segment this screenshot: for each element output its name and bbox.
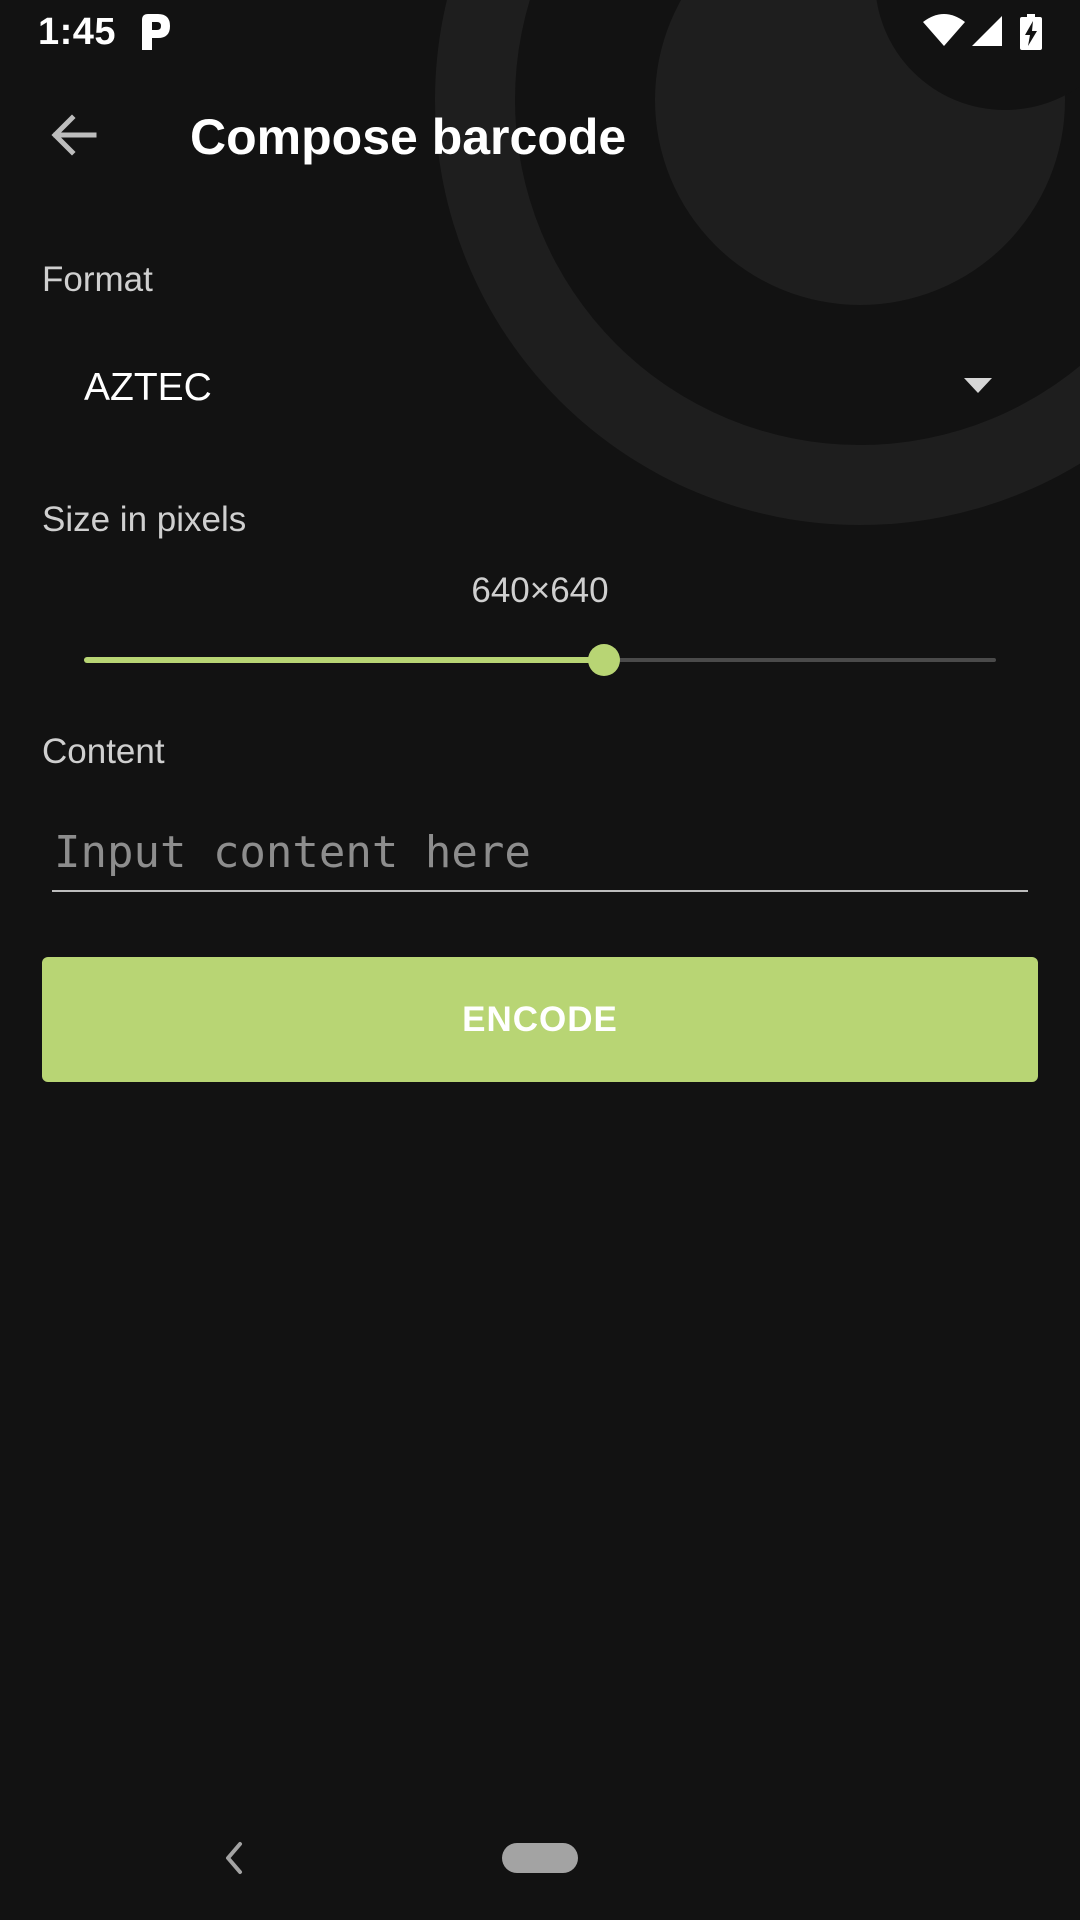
arrow-back-icon[interactable] [46,108,102,164]
p-app-icon [142,14,170,50]
format-dropdown[interactable]: AZTEC [42,346,1038,430]
size-slider[interactable] [84,640,996,680]
battery-charging-icon [1020,14,1042,50]
content-input[interactable] [52,822,1028,892]
status-time: 1:45 [38,11,117,53]
page-title: Compose barcode [190,109,627,165]
signal-icon [972,16,1002,46]
dropdown-arrow-icon [964,378,992,393]
size-value: 640×640 [471,571,609,610]
content-label: Content [42,732,165,771]
slider-thumb[interactable] [588,644,620,676]
wifi-icon [923,14,965,46]
status-bar: 1:45 [0,0,1080,64]
slider-fill [84,657,604,663]
encode-button[interactable]: ENCODE [42,957,1038,1082]
format-label: Format [42,260,153,299]
format-selected-value: AZTEC [84,366,212,409]
nav-home-pill[interactable] [502,1843,578,1873]
nav-back-icon[interactable] [218,1838,248,1878]
size-label: Size in pixels [42,500,247,539]
